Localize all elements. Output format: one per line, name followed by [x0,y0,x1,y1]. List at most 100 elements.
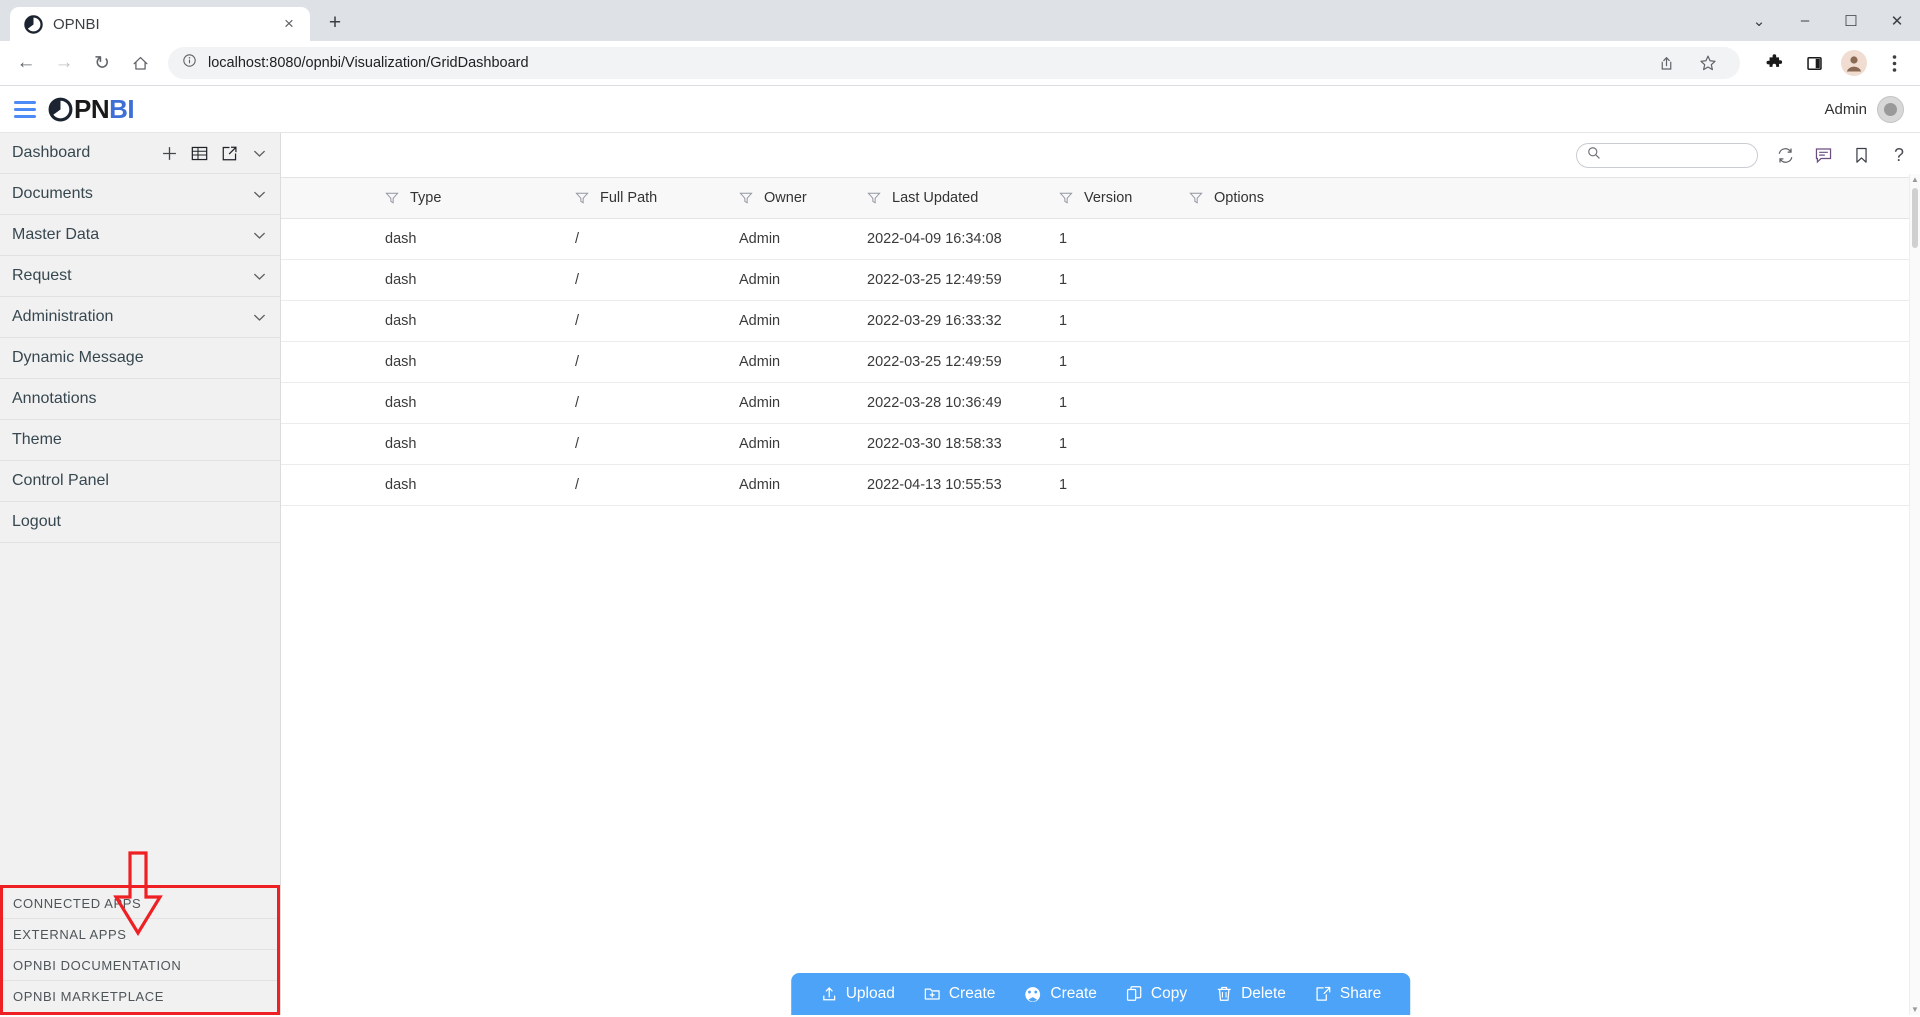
cell-options[interactable] [1181,218,1920,260]
chrome-menu-kebab-icon[interactable] [1876,45,1912,81]
minimize-button[interactable]: – [1782,0,1828,41]
browser-toolbar: ← → ↻ localhost:8080/opnbi/Visualization… [0,41,1920,86]
share-icon[interactable] [1648,45,1684,81]
hamburger-menu-icon[interactable] [10,97,40,121]
home-icon[interactable] [122,45,158,81]
cell-options[interactable] [1181,464,1920,506]
sidebar-item-administration[interactable]: Administration [0,297,280,338]
maximize-button[interactable]: ☐ [1828,0,1874,41]
row-select-cell[interactable] [281,218,377,260]
table-header-owner[interactable]: Owner [731,177,859,219]
sidebar-item-label: OPNBI DOCUMENTATION [13,957,182,973]
chevron-down-icon[interactable]: ⌄ [1736,0,1782,41]
sidebar-item-logout[interactable]: Logout [0,502,280,543]
plus-icon[interactable] [161,145,178,162]
table-row[interactable]: dash / Admin 2022-03-25 12:49:59 1 [281,259,1920,301]
table-header-label: Owner [764,190,807,206]
cell-version: 1 [1051,300,1181,342]
close-window-button[interactable]: ✕ [1874,0,1920,41]
cell-options[interactable] [1181,423,1920,465]
filter-icon[interactable] [385,191,399,205]
chevron-down-icon[interactable] [251,268,268,285]
sidebar-item-opnbi-marketplace[interactable]: OPNBI MARKETPLACE [3,981,277,1012]
browser-tab[interactable]: OPNBI × [10,7,310,41]
sidebar-item-dynamic-message[interactable]: Dynamic Message [0,338,280,379]
table-row[interactable]: dash / Admin 2022-04-09 16:34:08 1 [281,218,1920,260]
sidebar-item-request[interactable]: Request [0,256,280,297]
table-icon[interactable] [191,145,208,162]
bookmark-star-icon[interactable] [1690,45,1726,81]
filter-icon[interactable] [1189,191,1203,205]
scroll-down-arrow-icon[interactable]: ▼ [1910,1004,1920,1015]
cell-options[interactable] [1181,259,1920,301]
app-logo[interactable]: PN BI [48,94,135,125]
row-select-cell[interactable] [281,464,377,506]
table-row[interactable]: dash / Admin 2022-03-30 18:58:33 1 [281,423,1920,465]
cell-options[interactable] [1181,382,1920,424]
bookmark-icon[interactable] [1850,144,1872,166]
filter-icon[interactable] [739,191,753,205]
forward-icon[interactable]: → [46,45,82,81]
share-button[interactable]: Share [1301,973,1394,1015]
table-header-type[interactable]: Type [377,177,567,219]
copy-button[interactable]: Copy [1112,973,1200,1015]
filter-icon[interactable] [575,191,589,205]
scrollbar-thumb[interactable] [1912,188,1918,248]
row-select-cell[interactable] [281,423,377,465]
profile-avatar-icon[interactable] [1836,45,1872,81]
cell-full-path: / [567,300,731,342]
delete-button[interactable]: Delete [1202,973,1299,1015]
table-header-options[interactable]: Options [1181,177,1920,219]
cell-options[interactable] [1181,341,1920,383]
chevron-down-icon[interactable] [251,309,268,326]
sidebar-item-documents[interactable]: Documents [0,174,280,215]
new-tab-button[interactable]: + [318,6,352,40]
vertical-scrollbar[interactable]: ▲ ▼ [1909,174,1920,1015]
address-bar[interactable]: localhost:8080/opnbi/Visualization/GridD… [168,47,1740,79]
sidebar-item-master-data[interactable]: Master Data [0,215,280,256]
comment-icon[interactable] [1812,144,1834,166]
row-select-cell[interactable] [281,259,377,301]
cell-options[interactable] [1181,300,1920,342]
table-header-full-path[interactable]: Full Path [567,177,731,219]
chevron-down-icon[interactable] [251,186,268,203]
avatar[interactable] [1877,95,1904,123]
side-panel-icon[interactable] [1796,45,1832,81]
extensions-puzzle-icon[interactable] [1756,45,1792,81]
table-row[interactable]: dash / Admin 2022-03-29 16:33:32 1 [281,300,1920,342]
share-arrow-icon [1314,985,1332,1003]
opnbi-pie-icon [24,14,43,34]
sidebar-item-theme[interactable]: Theme [0,420,280,461]
row-select-cell[interactable] [281,341,377,383]
row-select-cell[interactable] [281,300,377,342]
upload-button[interactable]: Upload [807,973,908,1015]
sidebar-item-dashboard[interactable]: Dashboard [0,133,280,174]
scroll-up-arrow-icon[interactable]: ▲ [1910,174,1920,185]
filter-icon[interactable] [1059,191,1073,205]
search-input[interactable] [1608,146,1747,164]
external-link-icon[interactable] [221,145,238,162]
chevron-down-icon[interactable] [251,145,268,162]
table-header-last-updated[interactable]: Last Updated [859,177,1051,219]
table-header-version[interactable]: Version [1051,177,1181,219]
help-icon[interactable]: ? [1888,144,1910,166]
search-box[interactable] [1576,142,1758,168]
back-icon[interactable]: ← [8,45,44,81]
close-icon[interactable]: × [278,13,300,35]
refresh-icon[interactable] [1774,144,1796,166]
sidebar-item-control-panel[interactable]: Control Panel [0,461,280,502]
table-row[interactable]: dash / Admin 2022-03-28 10:36:49 1 [281,382,1920,424]
filter-icon[interactable] [867,191,881,205]
sidebar-item-external-apps[interactable]: EXTERNAL APPS [3,919,277,950]
row-select-cell[interactable] [281,382,377,424]
create-folder-button[interactable]: Create [910,973,1009,1015]
reload-icon[interactable]: ↻ [84,45,120,81]
info-circle-icon[interactable] [182,53,197,73]
sidebar-item-annotations[interactable]: Annotations [0,379,280,420]
table-row[interactable]: dash / Admin 2022-03-25 12:49:59 1 [281,341,1920,383]
sidebar-item-opnbi-documentation[interactable]: OPNBI DOCUMENTATION [3,950,277,981]
table-row[interactable]: dash / Admin 2022-04-13 10:55:53 1 [281,464,1920,506]
sidebar-item-connected-apps[interactable]: CONNECTED APPS [3,888,277,919]
chevron-down-icon[interactable] [251,227,268,244]
create-dashboard-button[interactable]: Create [1010,973,1110,1015]
